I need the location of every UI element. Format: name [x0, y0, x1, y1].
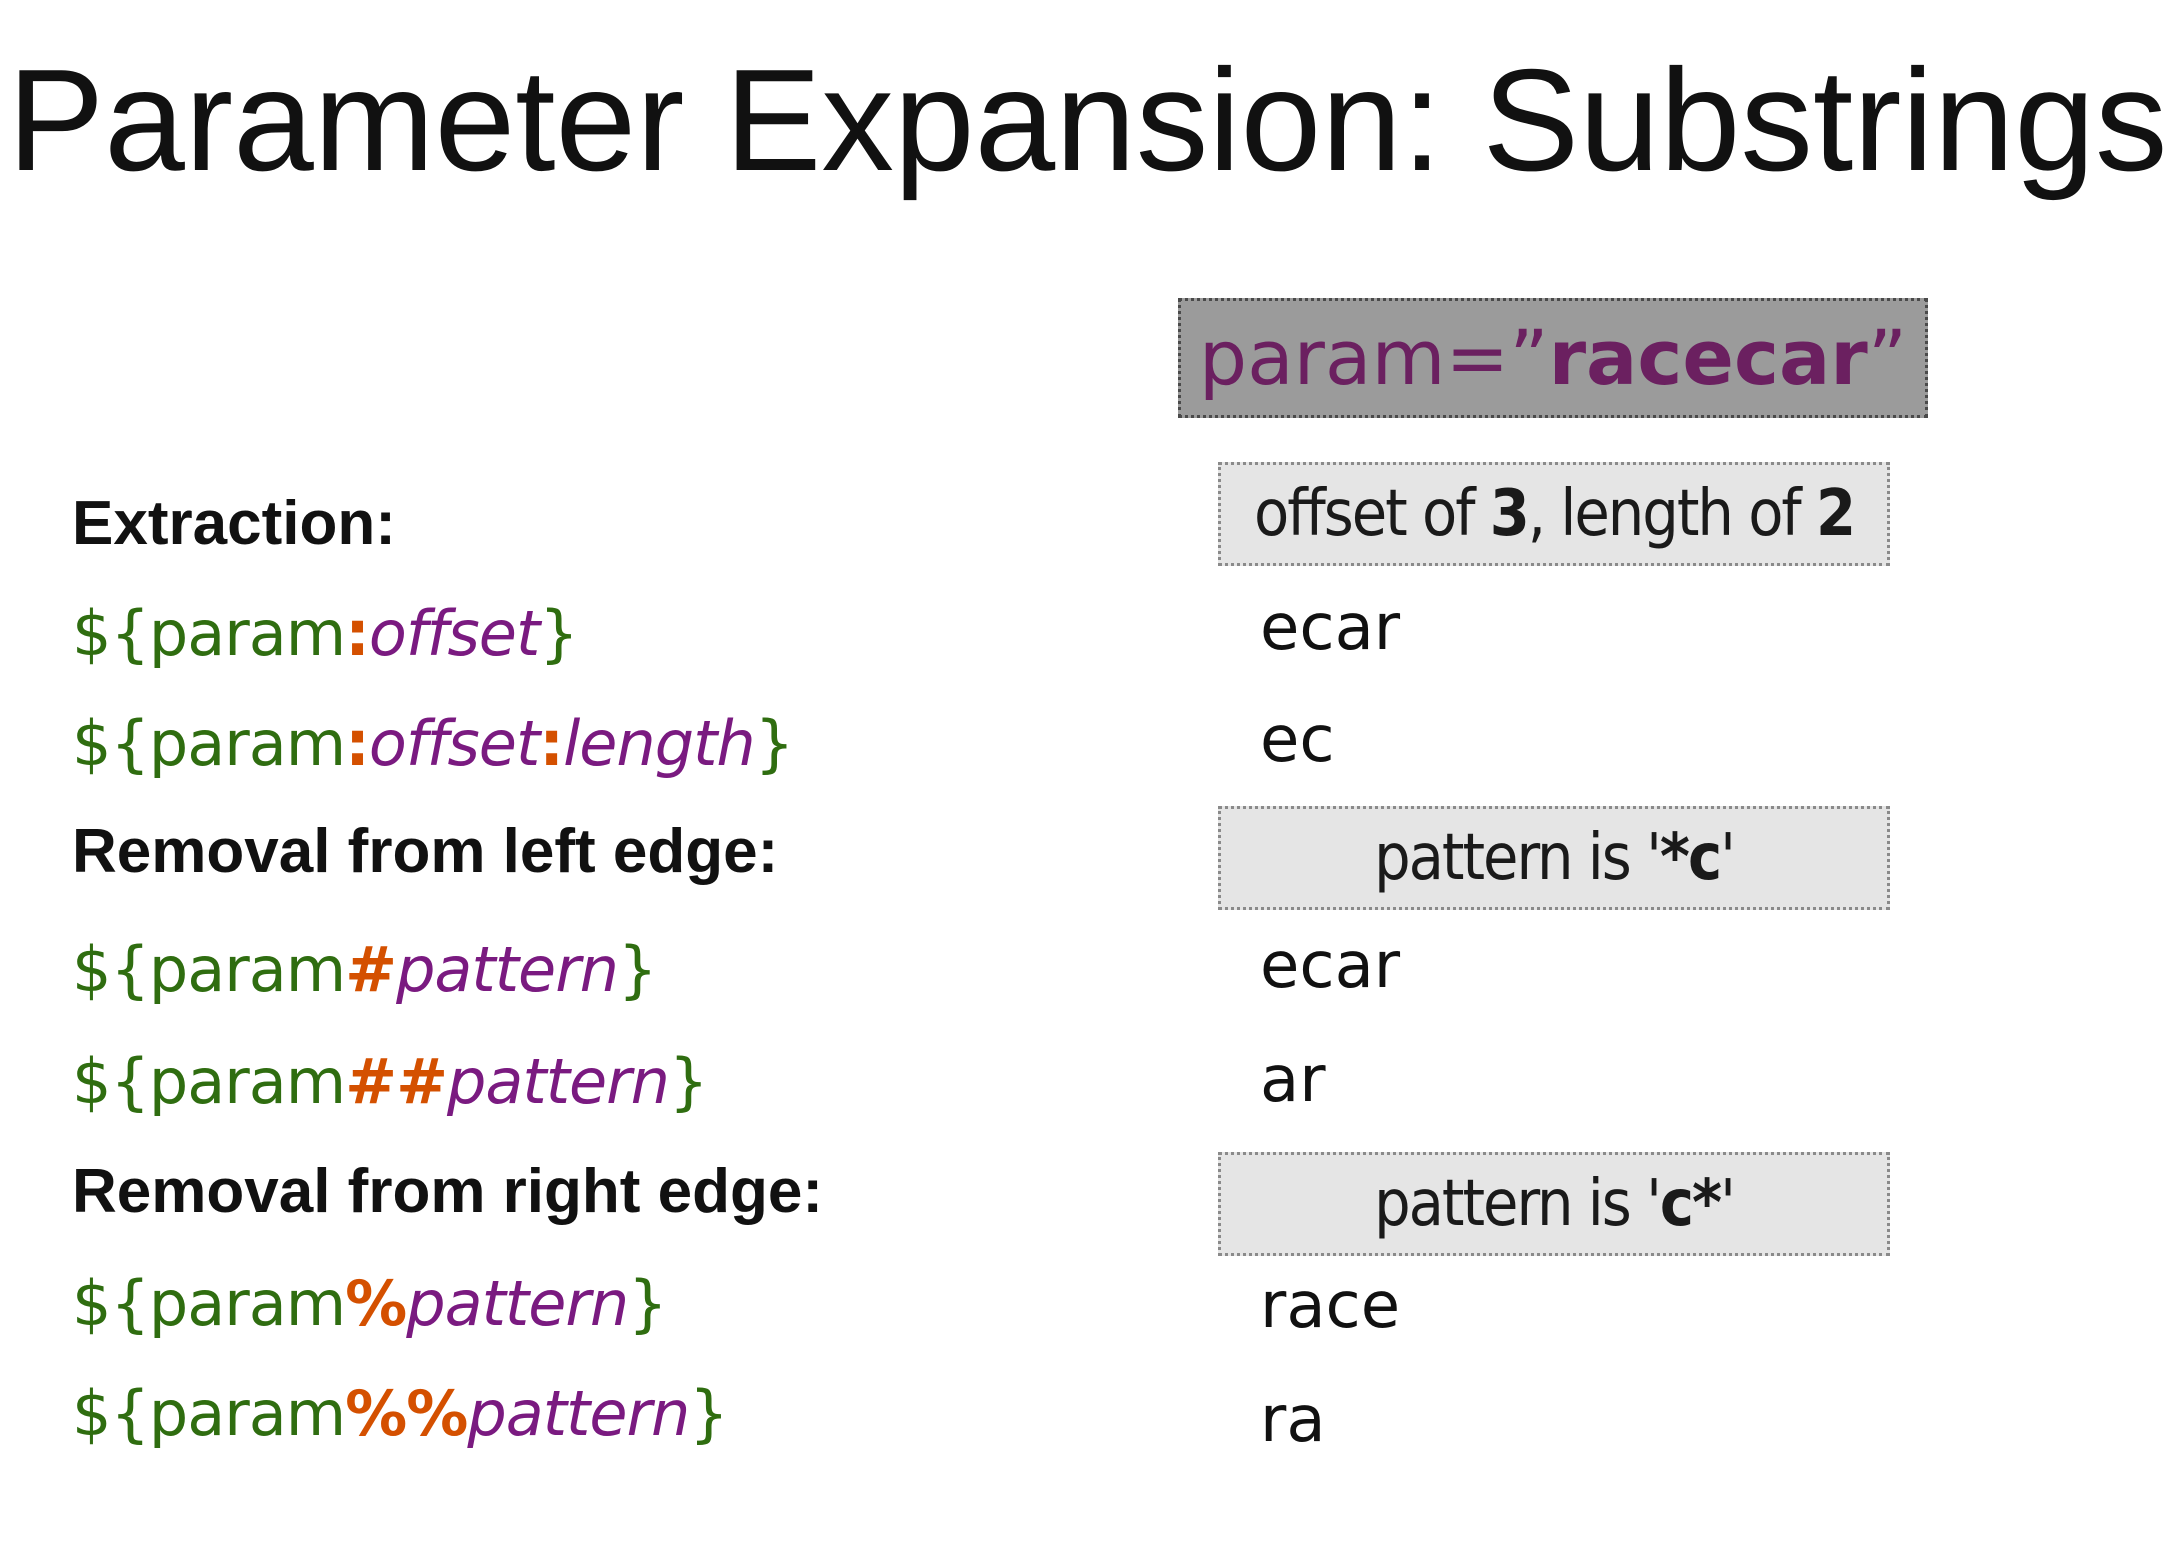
result-double-hash: ar: [1260, 1043, 1326, 1117]
result-percent: race: [1260, 1269, 1401, 1343]
expr-open: ${param: [72, 707, 346, 780]
expr-arg: pattern: [406, 1267, 629, 1340]
note-offset-value: 3: [1489, 477, 1530, 551]
expr-double-hash: ${param##pattern}: [72, 1042, 708, 1122]
expr-close: }: [628, 1267, 667, 1340]
result-hash: ecar: [1260, 929, 1401, 1003]
left-removal-heading: Removal from left edge:: [72, 817, 779, 886]
expr-close: }: [668, 1045, 708, 1118]
note-text: offset of: [1253, 477, 1490, 551]
param-value: racecar: [1548, 313, 1868, 402]
expr-operator: ##: [345, 1045, 448, 1118]
expr-arg: pattern: [396, 933, 619, 1006]
expr-open: ${param: [72, 1045, 346, 1118]
note-pattern-value: c*: [1659, 1167, 1722, 1241]
expr-offset-length: ${param:offset:length}: [72, 704, 794, 784]
expr-operator: :: [345, 707, 370, 780]
expr-open: ${param: [72, 1267, 346, 1340]
expr-close: }: [689, 1377, 728, 1450]
expr-offset: ${param:offset}: [72, 594, 579, 674]
expr-arg: offset: [368, 597, 540, 670]
expr-open: ${param: [72, 933, 346, 1006]
expr-open: ${param: [72, 1377, 346, 1450]
expr-arg: offset: [368, 707, 540, 780]
extraction-note-box: offset of 3, length of 2: [1218, 462, 1890, 566]
expr-close: }: [754, 707, 794, 780]
left-pattern-note-box: pattern is '*c': [1218, 806, 1890, 910]
expr-arg: pattern: [467, 1377, 690, 1450]
expr-open: ${param: [72, 597, 346, 670]
right-pattern-note-box: pattern is 'c*': [1218, 1152, 1890, 1256]
note-text: pattern is ': [1374, 821, 1662, 895]
slide-title: Parameter Expansion: Substrings: [7, 39, 2168, 201]
note-text: , length of: [1527, 477, 1816, 551]
expr-percent: ${param%pattern}: [72, 1264, 668, 1344]
expr-close: }: [539, 597, 578, 670]
expr-close: }: [617, 933, 657, 1006]
param-suffix: ”: [1867, 313, 1908, 402]
note-text: ': [1720, 821, 1736, 895]
result-double-percent: ra: [1260, 1383, 1326, 1457]
right-removal-heading: Removal from right edge:: [72, 1157, 823, 1226]
result-offset-length: ec: [1260, 703, 1335, 777]
expr-operator: :: [345, 597, 370, 670]
expr-hash: ${param#pattern}: [72, 930, 657, 1010]
note-length-value: 2: [1815, 477, 1856, 551]
expr-operator-2: :: [539, 707, 564, 780]
result-offset: ecar: [1260, 591, 1401, 665]
note-pattern-value: *c: [1659, 821, 1722, 895]
param-prefix: param=”: [1198, 313, 1549, 402]
expr-double-percent: ${param%%pattern}: [72, 1374, 729, 1454]
expr-operator: #: [345, 933, 397, 1006]
note-text: pattern is ': [1374, 1167, 1662, 1241]
extraction-heading: Extraction:: [72, 489, 396, 558]
param-definition-box: param=”racecar”: [1178, 298, 1928, 418]
note-text: ': [1720, 1167, 1736, 1241]
expr-operator: %%: [345, 1377, 468, 1450]
expr-arg-2: length: [563, 707, 756, 780]
expr-operator: %: [345, 1267, 407, 1340]
expr-arg: pattern: [447, 1045, 670, 1118]
